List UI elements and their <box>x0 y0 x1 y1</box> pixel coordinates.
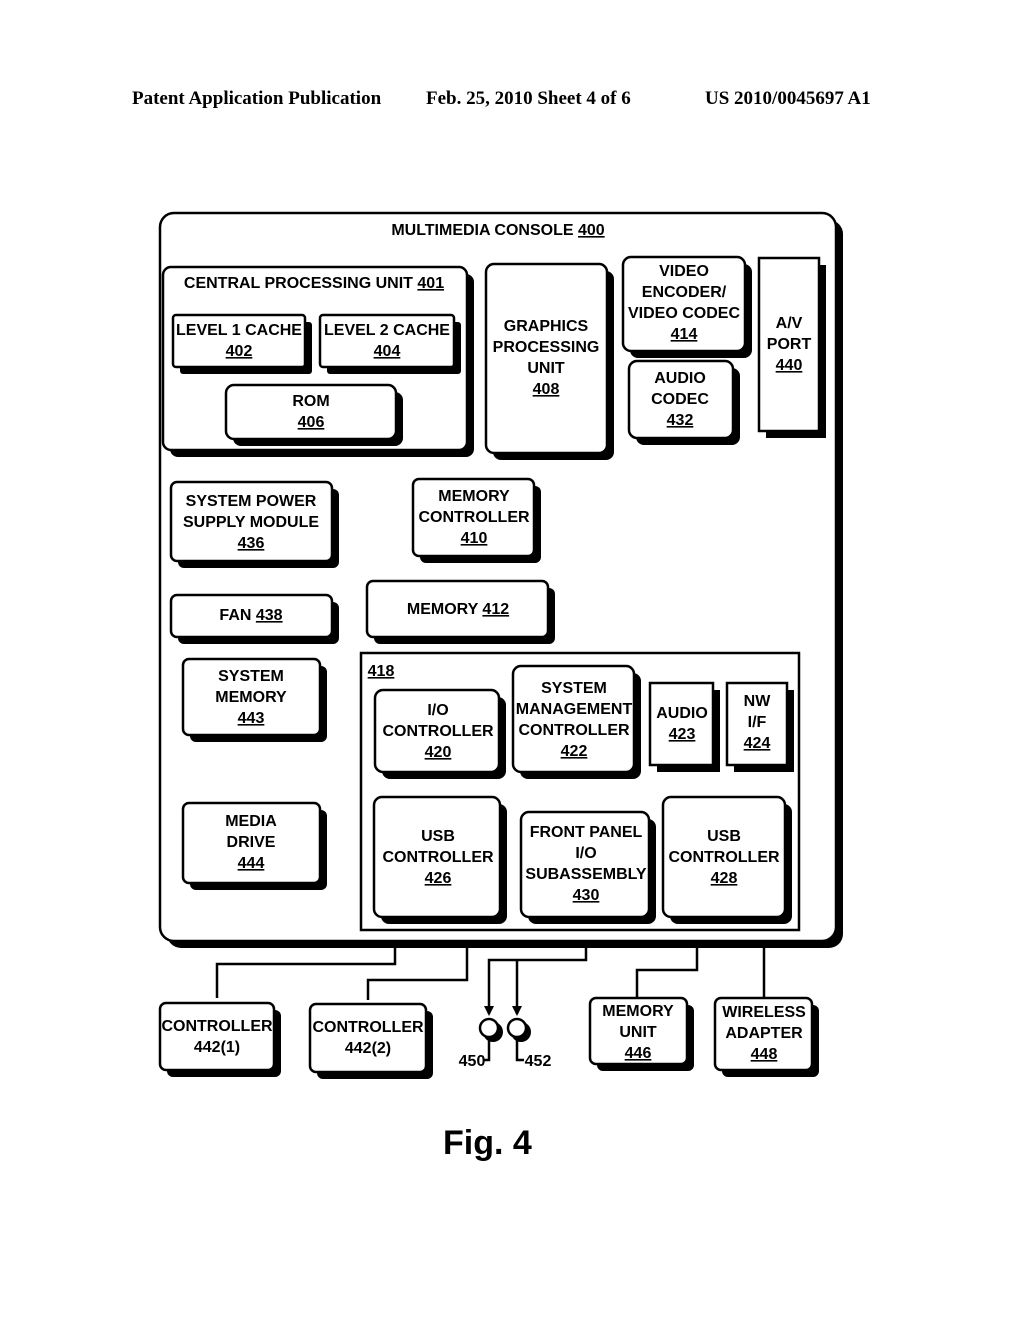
led-450-ref: 450 <box>459 1053 486 1070</box>
console-title-text: MULTIMEDIA CONSOLE 400 <box>391 222 604 239</box>
power-supply-line-1: SUPPLY MODULE <box>183 514 319 531</box>
fan-label: FAN 438 <box>219 607 282 624</box>
console-name: MULTIMEDIA CONSOLE <box>391 222 578 239</box>
front-panel-io-ref: 430 <box>573 887 600 904</box>
fan-ref: 438 <box>256 607 283 624</box>
sys-mgmt-controller-line-0: SYSTEM <box>541 680 607 697</box>
sys-mgmt-controller-ref: 422 <box>561 743 588 760</box>
video-encoder-line-0: VIDEO <box>659 263 709 280</box>
led-450-icon <box>478 1017 503 1042</box>
level1-cache-line-0: LEVEL 1 CACHE <box>176 322 302 339</box>
controller-1-ref: 442(1) <box>194 1039 240 1056</box>
av-port-line-1: PORT <box>767 336 812 353</box>
rom-line-0: ROM <box>292 393 329 410</box>
controller-2-line-0: CONTROLLER <box>312 1019 424 1036</box>
nw-if-ref: 424 <box>744 735 771 752</box>
memory-ref: 412 <box>482 601 509 618</box>
memory-controller-ref: 410 <box>461 530 488 547</box>
memory-unit-line-1: UNIT <box>619 1024 657 1041</box>
usb-controller-426-ref: 426 <box>425 870 452 887</box>
gpu-frame <box>484 262 609 455</box>
figure-label: Fig. 4 <box>443 1124 532 1162</box>
usb-controller-426-line-0: USB <box>421 828 455 845</box>
memory-name: MEMORY <box>407 601 483 618</box>
sys-mgmt-controller-line-2: CONTROLLER <box>518 722 630 739</box>
memory-label: MEMORY 412 <box>407 601 509 618</box>
audio-423-frame <box>648 681 715 767</box>
cpu-title-text: CENTRAL PROCESSING UNIT 401 <box>184 275 444 292</box>
av-port-ref: 440 <box>776 357 803 374</box>
front-panel-io-line-0: FRONT PANEL <box>530 824 643 841</box>
io-controller-ref: 420 <box>425 744 452 761</box>
system-memory-line-1: MEMORY <box>215 689 287 706</box>
memory-unit-ref: 446 <box>625 1045 652 1062</box>
io-controller-line-0: I/O <box>427 702 448 719</box>
front-panel-io-line-2: SUBASSEMBLY <box>525 866 647 883</box>
nw-if-line-0: NW <box>744 693 772 710</box>
wireless-adapter-line-1: ADAPTER <box>725 1025 803 1042</box>
audio-codec-line-1: CODEC <box>651 391 709 408</box>
fan-title: FAN 438 <box>219 607 282 624</box>
controller-1-frame <box>158 1001 276 1072</box>
audio-codec-ref: 432 <box>667 412 694 429</box>
fan-name: FAN <box>219 607 255 624</box>
av-port-line-0: A/V <box>776 315 803 332</box>
usb-controller-428-ref: 428 <box>711 870 738 887</box>
led-452-lead <box>515 1040 524 1062</box>
console-ref: 400 <box>578 222 605 239</box>
video-encoder-line-2: VIDEO CODEC <box>628 305 740 322</box>
media-drive-line-0: MEDIA <box>225 813 277 830</box>
nw-if-line-1: I/F <box>748 714 767 731</box>
media-drive-ref: 444 <box>238 855 265 872</box>
controller-2-frame <box>308 1002 428 1074</box>
front-panel-io-line-1: I/O <box>575 845 596 862</box>
cpu-name: CENTRAL PROCESSING UNIT <box>184 275 418 292</box>
io-subsystem-ref: 418 <box>368 663 395 680</box>
rom-ref: 406 <box>298 414 325 431</box>
level2-cache-ref: 404 <box>374 343 401 360</box>
controller-2-ref: 442(2) <box>345 1040 391 1057</box>
power-supply-ref: 436 <box>238 535 265 552</box>
gpu-line-1: PROCESSING <box>493 339 600 356</box>
usb-controller-426-line-1: CONTROLLER <box>382 849 494 866</box>
sys-mgmt-controller-line-1: MANAGEMENT <box>516 701 633 718</box>
controller-1-line-0: CONTROLLER <box>161 1018 273 1035</box>
led-452-ref: 452 <box>525 1053 552 1070</box>
audio-423-line-0: AUDIO <box>656 705 708 722</box>
memory-unit-line-0: MEMORY <box>602 1003 674 1020</box>
memory-title: MEMORY 412 <box>407 601 509 618</box>
audio-codec-line-0: AUDIO <box>654 370 706 387</box>
cpu-ref: 401 <box>417 275 444 292</box>
usb-controller-428-line-0: USB <box>707 828 741 845</box>
memory-controller-line-0: MEMORY <box>438 488 510 505</box>
gpu-line-2: UNIT <box>527 360 565 377</box>
audio-423-ref: 423 <box>669 726 696 743</box>
wireless-adapter-line-0: WIRELESS <box>722 1004 806 1021</box>
memory-controller-line-1: CONTROLLER <box>418 509 530 526</box>
system-memory-ref: 443 <box>238 710 265 727</box>
gpu-ref: 408 <box>533 381 560 398</box>
level1-cache-ref: 402 <box>226 343 253 360</box>
video-encoder-ref: 414 <box>671 326 698 343</box>
media-drive-line-1: DRIVE <box>227 834 276 851</box>
gpu-line-0: GRAPHICS <box>504 318 589 335</box>
led-452-icon <box>506 1017 531 1042</box>
system-memory-line-0: SYSTEM <box>218 668 284 685</box>
usb-controller-428-line-1: CONTROLLER <box>668 849 780 866</box>
wireless-adapter-ref: 448 <box>751 1046 778 1063</box>
power-supply-line-0: SYSTEM POWER <box>186 493 317 510</box>
video-encoder-line-1: ENCODER/ <box>642 284 727 301</box>
io-controller-line-1: CONTROLLER <box>382 723 494 740</box>
block-diagram: MULTIMEDIA CONSOLE 400 CENTRAL PROCESSING… <box>158 211 843 1079</box>
level2-cache-line-0: LEVEL 2 CACHE <box>324 322 450 339</box>
